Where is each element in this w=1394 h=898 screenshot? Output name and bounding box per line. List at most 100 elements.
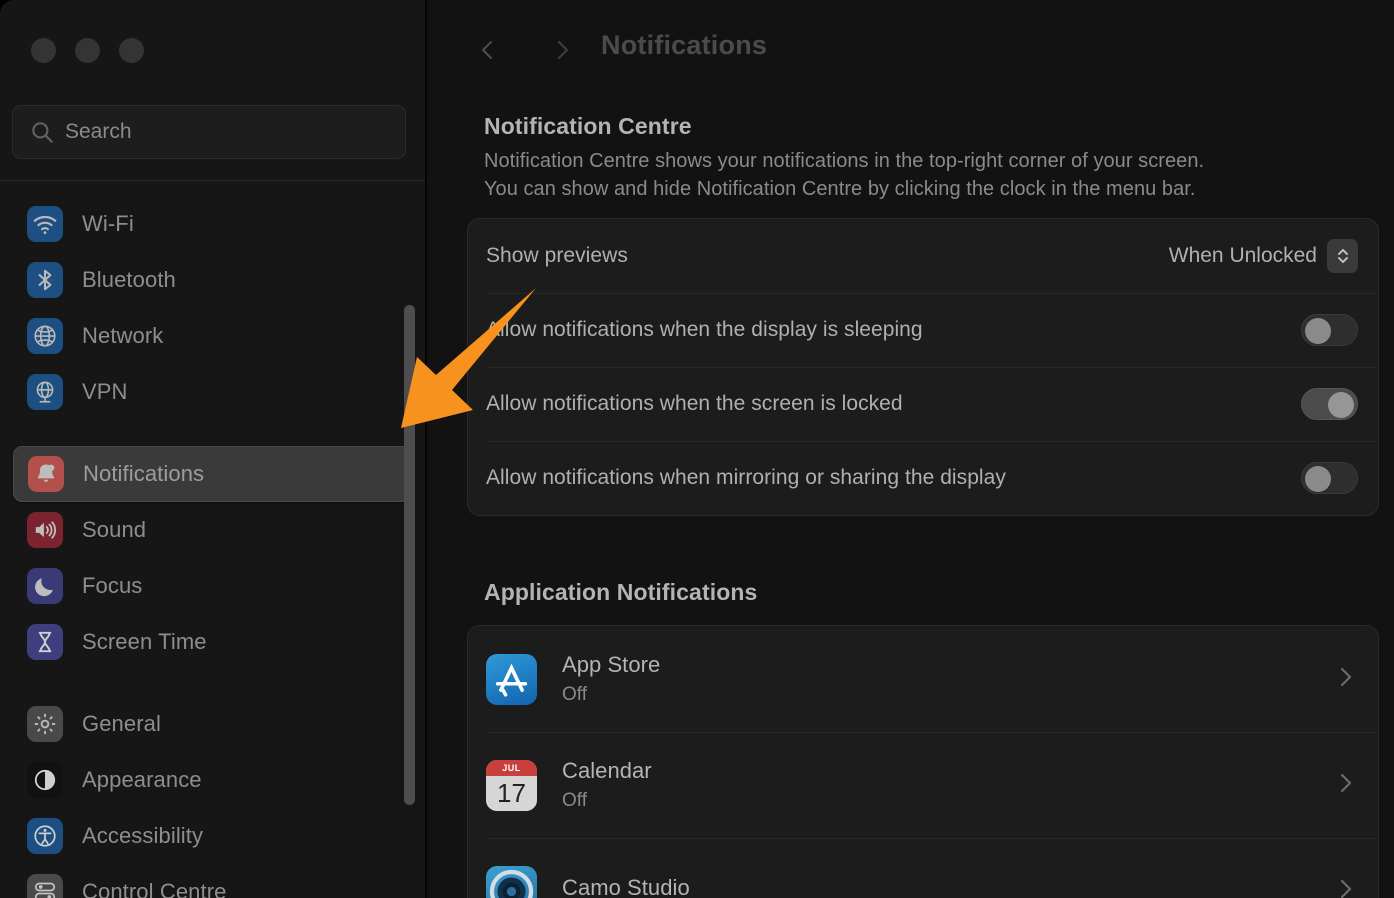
app-name: Calendar bbox=[562, 758, 652, 783]
app-store-icon bbox=[486, 653, 537, 705]
search-icon bbox=[29, 119, 55, 145]
row-label: Show previews bbox=[486, 244, 628, 267]
row-label: Allow notifications when mirroring or sh… bbox=[486, 466, 1006, 489]
speaker-icon bbox=[27, 512, 63, 548]
toggle-mirroring[interactable] bbox=[1301, 462, 1358, 494]
sidebar-divider bbox=[0, 180, 426, 181]
wifi-icon bbox=[27, 206, 63, 242]
sidebar-item-bluetooth[interactable]: Bluetooth bbox=[13, 252, 413, 308]
moon-icon bbox=[27, 568, 63, 604]
sidebar-item-label: General bbox=[82, 711, 161, 736]
app-row-camo-studio[interactable]: Camo Studio bbox=[468, 838, 1378, 898]
control-centre-icon bbox=[27, 874, 63, 898]
accessibility-icon bbox=[27, 818, 63, 854]
row-allow-mirroring: Allow notifications when mirroring or sh… bbox=[468, 441, 1378, 515]
search-field[interactable] bbox=[12, 105, 406, 159]
hourglass-icon bbox=[27, 624, 63, 660]
chevron-right-icon[interactable] bbox=[1336, 662, 1356, 697]
camo-studio-icon bbox=[486, 865, 537, 898]
row-allow-display-sleeping: Allow notifications when the display is … bbox=[468, 293, 1378, 367]
chevron-right-icon[interactable] bbox=[1336, 768, 1356, 803]
sidebar-item-label: Focus bbox=[82, 573, 143, 598]
system-settings-window: Wi-Fi Bluetooth bbox=[0, 0, 1394, 898]
sidebar-item-label: Network bbox=[82, 323, 164, 348]
toggle-knob bbox=[1305, 318, 1331, 344]
show-previews-popup[interactable]: When Unlocked bbox=[1169, 239, 1358, 273]
row-allow-screen-locked: Allow notifications when the screen is l… bbox=[468, 367, 1378, 441]
chevron-right-icon bbox=[558, 41, 568, 59]
traffic-lights bbox=[31, 38, 144, 63]
app-text: Calendar Off bbox=[562, 758, 1336, 812]
close-button[interactable] bbox=[31, 38, 56, 63]
sidebar-item-appearance[interactable]: Appearance bbox=[13, 752, 413, 808]
toggle-screen-locked[interactable] bbox=[1301, 388, 1358, 420]
gear-icon bbox=[27, 706, 63, 742]
notification-centre-heading: Notification Centre bbox=[484, 113, 692, 139]
toolbar: Notifications bbox=[427, 0, 1394, 100]
sidebar-item-label: Control Centre bbox=[82, 879, 227, 898]
sidebar-item-label: Sound bbox=[82, 517, 147, 542]
sidebar-item-label: Appearance bbox=[82, 767, 202, 792]
toggle-knob bbox=[1305, 466, 1331, 492]
app-name: App Store bbox=[562, 652, 661, 677]
app-state: Off bbox=[562, 790, 587, 811]
row-label: Allow notifications when the display is … bbox=[486, 318, 923, 341]
sidebar-item-label: VPN bbox=[82, 379, 128, 404]
sidebar-item-control-centre[interactable]: Control Centre bbox=[13, 864, 413, 898]
zoom-button[interactable] bbox=[119, 38, 144, 63]
app-text: Camo Studio bbox=[562, 875, 1336, 898]
toggle-display-sleeping[interactable] bbox=[1301, 314, 1358, 346]
notification-centre-description: Notification Centre shows your notificat… bbox=[484, 147, 1374, 203]
chevron-up-down-icon[interactable] bbox=[1327, 239, 1358, 273]
sidebar-item-focus[interactable]: Focus bbox=[13, 558, 413, 614]
minimize-button[interactable] bbox=[75, 38, 100, 63]
sidebar-item-label: Accessibility bbox=[82, 823, 204, 848]
row-label: Allow notifications when the screen is l… bbox=[486, 392, 903, 415]
app-row-app-store[interactable]: App Store Off bbox=[468, 626, 1378, 732]
notification-centre-settings-group: Show previews When Unlocked Allow notifi… bbox=[467, 218, 1379, 516]
sidebar-item-label: Bluetooth bbox=[82, 267, 176, 292]
sidebar-list: Wi-Fi Bluetooth Network VPN Notification… bbox=[0, 196, 426, 898]
row-show-previews: Show previews When Unlocked bbox=[468, 219, 1378, 293]
app-row-calendar[interactable]: JUL 17 Calendar Off bbox=[468, 732, 1378, 838]
sidebar-item-accessibility[interactable]: Accessibility bbox=[13, 808, 413, 864]
page-title: Notifications bbox=[601, 30, 768, 60]
search-input[interactable] bbox=[65, 120, 389, 144]
chevron-right-icon[interactable] bbox=[1336, 874, 1356, 898]
sidebar-item-vpn[interactable]: VPN bbox=[13, 364, 413, 420]
sidebar-item-label: Screen Time bbox=[82, 629, 207, 654]
app-name: Camo Studio bbox=[562, 875, 690, 898]
sidebar-item-wifi[interactable]: Wi-Fi bbox=[13, 196, 413, 252]
application-notifications-group: App Store Off JUL 17 Calendar Off Camo S… bbox=[467, 625, 1379, 898]
sidebar-item-network[interactable]: Network bbox=[13, 308, 413, 364]
application-notifications-heading: Application Notifications bbox=[484, 579, 758, 605]
bell-icon bbox=[28, 456, 64, 492]
calendar-month: JUL bbox=[486, 759, 537, 776]
sidebar: Wi-Fi Bluetooth bbox=[0, 0, 426, 898]
content-pane: Notifications Notification Centre Notifi… bbox=[427, 0, 1394, 898]
app-state: Off bbox=[562, 684, 587, 705]
globe-icon bbox=[27, 318, 63, 354]
appearance-icon bbox=[27, 762, 63, 798]
show-previews-value: When Unlocked bbox=[1168, 244, 1317, 267]
sidebar-item-label: Wi-Fi bbox=[82, 211, 134, 236]
calendar-icon: JUL 17 bbox=[486, 759, 537, 811]
forward-button[interactable] bbox=[542, 30, 582, 70]
bluetooth-icon bbox=[27, 262, 63, 298]
chevron-left-icon bbox=[482, 41, 492, 59]
toggle-knob bbox=[1328, 392, 1354, 418]
description-line-1: Notification Centre shows your notificat… bbox=[484, 150, 1205, 172]
back-button[interactable] bbox=[468, 30, 508, 70]
sidebar-item-sound[interactable]: Sound bbox=[13, 502, 413, 558]
sidebar-item-label: Notifications bbox=[83, 461, 205, 486]
description-line-2: You can show and hide Notification Centr… bbox=[484, 178, 1196, 200]
sidebar-scrollbar[interactable] bbox=[404, 305, 415, 805]
app-text: App Store Off bbox=[562, 652, 1336, 706]
sidebar-item-notifications[interactable]: Notifications bbox=[13, 446, 413, 502]
sidebar-item-screen-time[interactable]: Screen Time bbox=[13, 614, 413, 670]
vpn-globe-icon bbox=[27, 374, 63, 410]
calendar-day: 17 bbox=[486, 775, 537, 811]
sidebar-item-general[interactable]: General bbox=[13, 696, 413, 752]
